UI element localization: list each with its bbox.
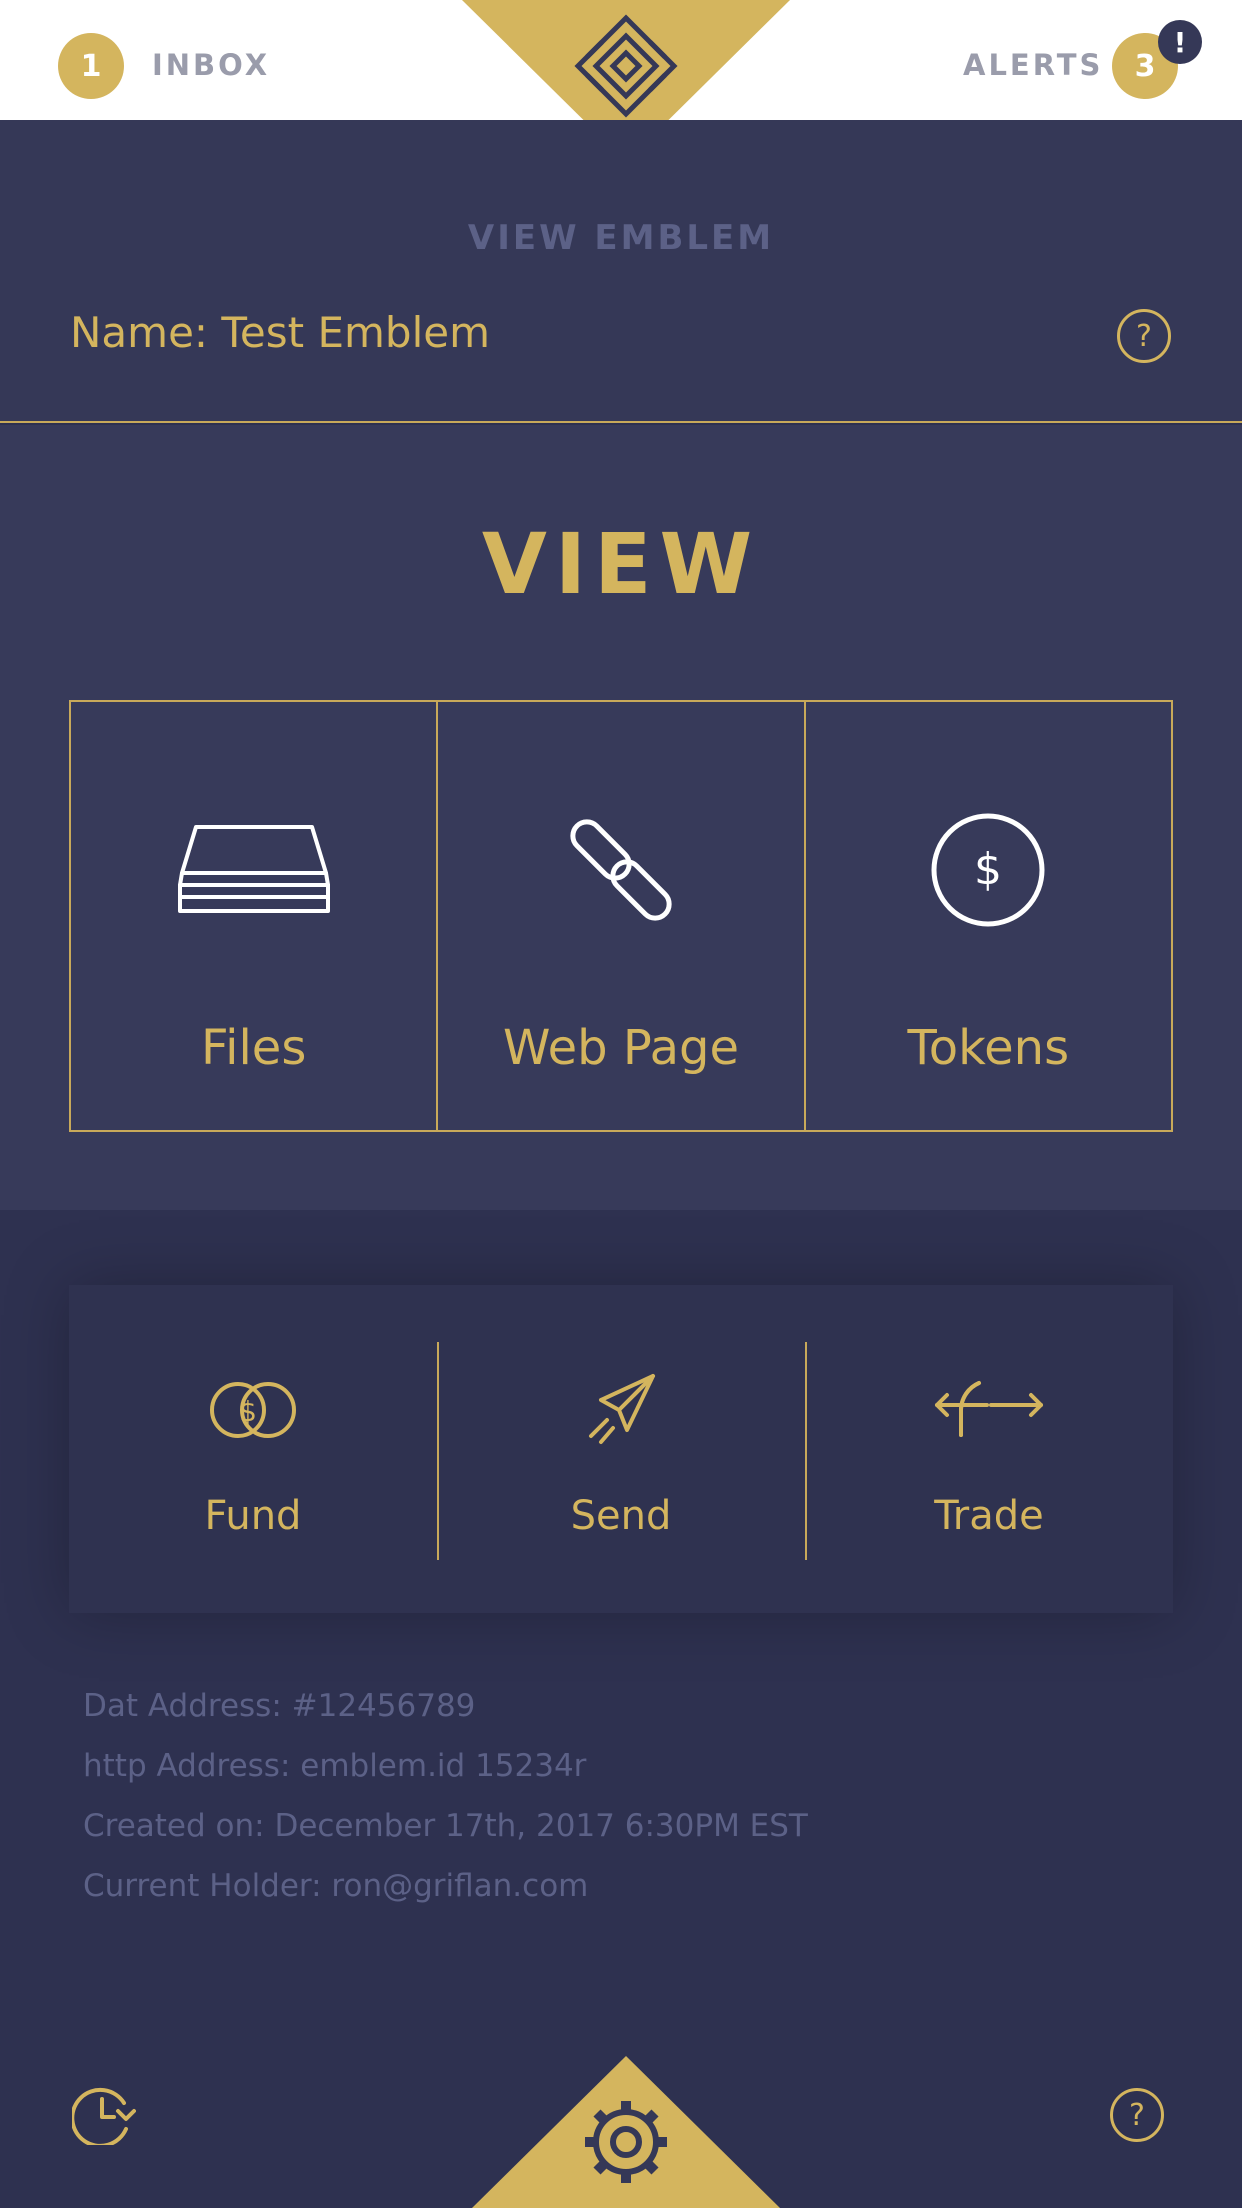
files-label: Files <box>201 1020 307 1076</box>
actions-card: $ Fund Send Trade <box>69 1285 1173 1613</box>
created-on: Created on: December 17th, 2017 6:30PM E… <box>83 1808 808 1844</box>
trade-label: Trade <box>934 1493 1044 1539</box>
trade-button[interactable]: Trade <box>805 1285 1173 1613</box>
send-button[interactable]: Send <box>437 1285 805 1613</box>
dollar-coin-icon: $ <box>931 813 1045 927</box>
history-clock-icon[interactable] <box>72 2085 136 2145</box>
fund-coins-icon: $ <box>210 1382 296 1438</box>
dat-address: Dat Address: #12456789 <box>83 1688 476 1724</box>
svg-text:$: $ <box>974 844 1002 895</box>
fund-button[interactable]: $ Fund <box>69 1285 437 1613</box>
inbox-link[interactable]: INBOX <box>152 48 270 82</box>
tokens-label: Tokens <box>907 1020 1070 1076</box>
svg-text:$: $ <box>239 1395 257 1428</box>
view-title: VIEW <box>481 515 761 613</box>
chain-link-icon <box>570 819 672 921</box>
view-options-grid: Files Web Page $ Tokens <box>69 700 1173 1132</box>
help-button[interactable]: ? <box>1117 309 1171 363</box>
emblem-name: Name: Test Emblem <box>70 308 490 357</box>
http-address: http Address: emblem.id 15234r <box>83 1748 587 1784</box>
view-files-button[interactable]: Files <box>71 702 439 1130</box>
trade-arrows-icon <box>935 1381 1043 1437</box>
emblem-header-section <box>0 120 1242 423</box>
alerts-link[interactable]: ALERTS <box>963 48 1103 82</box>
settings-button[interactable] <box>472 2056 780 2208</box>
inbox-count-badge[interactable]: 1 <box>58 33 124 99</box>
current-holder: Current Holder: ron@griflan.com <box>83 1868 589 1904</box>
fund-label: Fund <box>204 1493 302 1539</box>
footer-help-button[interactable]: ? <box>1110 2088 1164 2142</box>
section-title: VIEW EMBLEM <box>467 218 775 258</box>
view-web-page-button[interactable]: Web Page <box>438 702 806 1130</box>
paper-plane-icon <box>589 1374 655 1444</box>
files-stack-icon <box>177 825 330 913</box>
alert-indicator: ! <box>1158 20 1202 64</box>
web-page-label: Web Page <box>502 1020 740 1076</box>
view-tokens-button[interactable]: $ Tokens <box>806 702 1171 1130</box>
send-label: Send <box>570 1493 672 1539</box>
